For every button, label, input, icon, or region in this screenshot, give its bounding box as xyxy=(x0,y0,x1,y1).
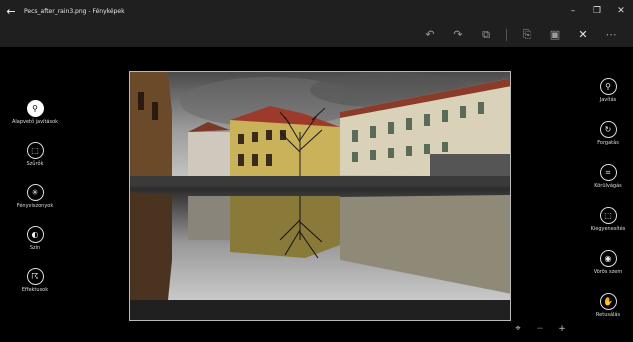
more-icon[interactable]: ⋯ xyxy=(597,22,625,47)
straighten-icon: ⬚ xyxy=(599,207,617,224)
fit-to-screen-icon[interactable]: ⌖ xyxy=(510,324,526,334)
enhance-icon: ⚲ xyxy=(599,78,617,95)
tool-label: Alapvető javítások xyxy=(11,119,59,125)
zoom-controls: ⌖ − + xyxy=(510,322,570,336)
tool-red-eye[interactable]: ◉ Vörös szem xyxy=(581,250,633,275)
tool-label: Szín xyxy=(29,245,41,251)
save-copy-icon[interactable]: ⎘ xyxy=(513,22,541,47)
undo-icon[interactable]: ↶ xyxy=(416,22,444,47)
edit-toolbar: ↶ ↷ ⧉ ⎘ ▣ ✕ ⋯ xyxy=(0,22,633,47)
tool-label: Javítás xyxy=(599,97,617,103)
photo-canvas[interactable] xyxy=(129,71,511,321)
tool-straighten[interactable]: ⬚ Kiegyenesítés xyxy=(581,207,633,232)
wand-icon: ⚲ xyxy=(26,100,44,117)
title-bar: ← Pecs_after_rain3.png - Fényképek – ❐ ✕ xyxy=(0,0,633,22)
rotate-icon: ↻ xyxy=(599,121,617,138)
window-title: Pecs_after_rain3.png - Fényképek xyxy=(24,7,125,15)
close-icon[interactable]: ✕ xyxy=(569,22,597,47)
crop-icon: ⌗ xyxy=(599,164,617,181)
zoom-out-icon[interactable]: − xyxy=(532,324,548,334)
minimize-button[interactable]: – xyxy=(561,0,585,22)
maximize-button[interactable]: ❐ xyxy=(585,0,609,22)
toolbar-divider xyxy=(506,28,507,41)
close-window-button[interactable]: ✕ xyxy=(609,0,633,22)
compare-icon[interactable]: ⧉ xyxy=(472,22,500,47)
back-button[interactable]: ← xyxy=(0,5,22,18)
tool-light[interactable]: ✳ Fényviszonyok xyxy=(8,184,62,209)
zoom-in-icon[interactable]: + xyxy=(554,324,570,334)
tool-label: Fényviszonyok xyxy=(16,203,54,209)
palette-icon: ◐ xyxy=(26,226,44,243)
effects-icon: ☈ xyxy=(26,268,44,285)
tool-filters[interactable]: ⬚ Szűrők xyxy=(8,142,62,167)
light-icon: ✳ xyxy=(26,184,44,201)
tool-crop[interactable]: ⌗ Körülvágás xyxy=(581,164,633,189)
filter-icon: ⬚ xyxy=(26,142,44,159)
tool-label: Retusálás xyxy=(595,312,621,318)
tool-enhance[interactable]: ⚲ Javítás xyxy=(581,78,633,103)
tool-label: Körülvágás xyxy=(594,183,622,189)
tool-label: Szűrők xyxy=(26,161,44,167)
window-controls: – ❐ ✕ xyxy=(561,0,633,22)
photo-image xyxy=(130,72,510,320)
redo-icon[interactable]: ↷ xyxy=(444,22,472,47)
tool-label: Effektusok xyxy=(21,287,49,293)
tool-rotate[interactable]: ↻ Forgatás xyxy=(581,121,633,146)
tool-basic-fixes[interactable]: ⚲ Alapvető javítások xyxy=(8,100,62,125)
tool-label: Forgatás xyxy=(597,140,619,146)
retouch-icon: ✋ xyxy=(599,293,617,310)
red-eye-icon: ◉ xyxy=(599,250,617,267)
tool-retouch[interactable]: ✋ Retusálás xyxy=(581,293,633,318)
tool-effects[interactable]: ☈ Effektusok xyxy=(8,268,62,293)
tool-color[interactable]: ◐ Szín xyxy=(8,226,62,251)
tool-label: Kiegyenesítés xyxy=(590,226,626,232)
tool-label: Vörös szem xyxy=(593,269,623,275)
save-icon[interactable]: ▣ xyxy=(541,22,569,47)
